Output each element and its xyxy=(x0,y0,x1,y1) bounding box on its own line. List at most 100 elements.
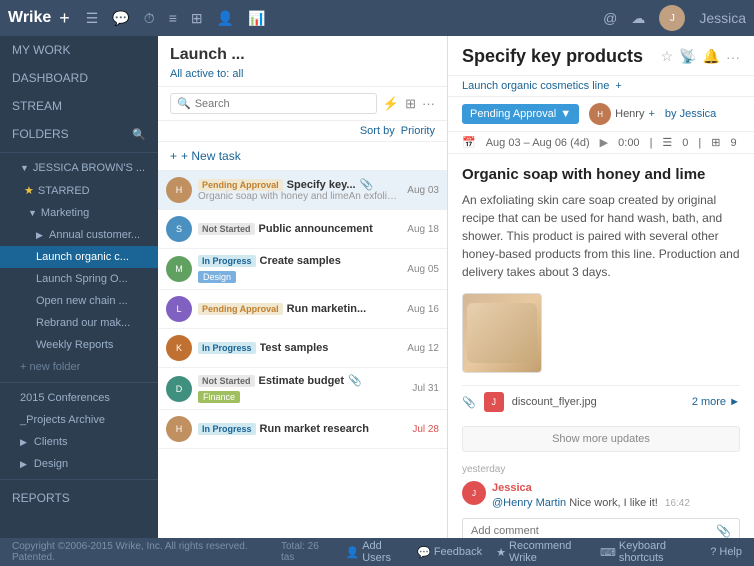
sidebar-annual-customer[interactable]: ▶ Annual customer... xyxy=(0,224,158,246)
add-users-link[interactable]: 👤 Add Users xyxy=(346,540,404,564)
star-button[interactable]: ☆ xyxy=(661,48,674,65)
status-filter[interactable]: All active xyxy=(170,68,214,80)
task-row[interactable]: M In Progress Create samples Design Aug … xyxy=(158,249,447,290)
sidebar-launch-organic[interactable]: Launch organic c... xyxy=(0,246,158,268)
sidebar-item-dashboard[interactable]: DASHBOARD xyxy=(0,64,158,92)
show-updates-button[interactable]: Show more updates xyxy=(462,426,740,452)
search-icon: 🔍 xyxy=(177,97,191,110)
detail-toolbar: Pending Approval ▼ H Henry + by Jessica xyxy=(448,97,754,132)
feedback-label: Feedback xyxy=(434,546,482,558)
sidebar-launch-spring[interactable]: Launch Spring O... xyxy=(0,268,158,290)
task-row[interactable]: S Not Started Public announcement Aug 18 xyxy=(158,210,447,249)
more-icon[interactable]: ··· xyxy=(422,96,435,111)
attach-to-comment-icon[interactable]: 📎 xyxy=(716,524,731,538)
avatar: M xyxy=(166,256,192,282)
sidebar-jessica-folder[interactable]: ▼ JESSICA BROWN'S ... xyxy=(0,157,158,179)
attachment-icon: 📎 xyxy=(360,178,374,191)
total-count: Total: 26 tas xyxy=(281,541,330,563)
sidebar-weekly-reports[interactable]: Weekly Reports xyxy=(0,334,158,356)
sidebar-item-reports[interactable]: REPORTS xyxy=(0,484,158,512)
help-link[interactable]: ? Help xyxy=(710,540,742,564)
more-options-icon[interactable]: ··· xyxy=(726,49,740,65)
calendar-icon: 📅 xyxy=(462,136,476,149)
sidebar-projects-archive[interactable]: _Projects Archive xyxy=(0,409,158,431)
bottom-bar-actions: 👤 Add Users 💬 Feedback ★ Recommend Wrike… xyxy=(346,540,742,564)
reports-icon[interactable]: 📊 xyxy=(248,10,265,27)
sidebar-item-stream[interactable]: STREAM xyxy=(0,92,158,120)
task-list: H Pending Approval Specify key... 📎 Orga… xyxy=(158,171,447,538)
add-assignee[interactable]: + xyxy=(648,108,654,120)
add-button[interactable]: + xyxy=(59,8,70,29)
task-row[interactable]: K In Progress Test samples Aug 12 xyxy=(158,329,447,368)
folders-search-icon[interactable]: 🔍 xyxy=(132,128,146,141)
sidebar-marketing[interactable]: ▼ Marketing xyxy=(0,202,158,224)
view-icon[interactable]: ⊞ xyxy=(405,96,416,112)
more-attachments[interactable]: 2 more ► xyxy=(692,396,740,408)
sort-bar: Sort by Priority xyxy=(158,121,447,142)
sidebar-starred[interactable]: ★ STARRED xyxy=(0,179,158,202)
task-row[interactable]: H In Progress Run market research Jul 28 xyxy=(158,410,447,449)
task-date: Jul 31 xyxy=(412,383,439,394)
play-icon[interactable]: ▶ xyxy=(600,136,608,149)
sidebar-rebrand[interactable]: Rebrand our mak... xyxy=(0,312,158,334)
task-info: Not Started Estimate budget 📎 Finance xyxy=(198,374,406,403)
task-row[interactable]: H Pending Approval Specify key... 📎 Orga… xyxy=(158,171,447,210)
comment-input[interactable] xyxy=(471,525,710,537)
contacts-icon[interactable]: 👤 xyxy=(217,10,234,27)
attachment-name[interactable]: discount_flyer.jpg xyxy=(512,396,597,408)
sidebar-conferences[interactable]: 2015 Conferences xyxy=(0,387,158,409)
recommend-link[interactable]: ★ Recommend Wrike xyxy=(496,540,586,564)
task-info: In Progress Run market research xyxy=(198,423,406,435)
rss-icon[interactable]: 📡 xyxy=(679,48,696,65)
list-icon[interactable]: ≡ xyxy=(169,10,177,27)
grid-icon[interactable]: ⊞ xyxy=(191,10,203,27)
search-input[interactable] xyxy=(195,98,370,110)
projects-archive-label: _Projects Archive xyxy=(20,414,105,426)
new-folder-btn[interactable]: + new folder xyxy=(0,356,158,378)
status-dropdown[interactable]: Pending Approval ▼ xyxy=(462,104,579,124)
task-top-line: Not Started Estimate budget 📎 xyxy=(198,374,406,387)
cloud-icon[interactable]: ☁ xyxy=(631,10,645,27)
menu-icon[interactable]: ☰ xyxy=(86,10,99,27)
task-info: Pending Approval Specify key... 📎 Organi… xyxy=(198,178,401,202)
new-task-label: + New task xyxy=(181,149,241,163)
sidebar-clients[interactable]: ▶ Clients xyxy=(0,431,158,453)
sidebar-divider2 xyxy=(0,382,158,383)
sidebar-design[interactable]: ▶ Design xyxy=(0,453,158,475)
messages-icon[interactable]: 💬 xyxy=(112,10,129,27)
sidebar-item-my-work[interactable]: MY WORK xyxy=(0,36,158,64)
comment-mention[interactable]: @Henry Martin xyxy=(492,497,566,509)
separator: | xyxy=(650,137,653,149)
filter-icon[interactable]: ⚡ xyxy=(383,96,399,112)
date-range[interactable]: Aug 03 – Aug 06 (4d) xyxy=(486,137,590,149)
task-row[interactable]: D Not Started Estimate budget 📎 Finance … xyxy=(158,368,447,410)
keyboard-link[interactable]: ⌨ Keyboard shortcuts xyxy=(600,540,696,564)
recent-icon[interactable]: ⏱ xyxy=(144,10,155,27)
mentions-icon[interactable]: @ xyxy=(603,10,617,26)
status-badge: In Progress xyxy=(198,342,256,354)
dashboard-label: DASHBOARD xyxy=(12,71,88,85)
to-label[interactable]: to: all xyxy=(217,68,243,80)
comment-time: 16:42 xyxy=(665,498,690,509)
star-icon: ★ xyxy=(24,184,34,197)
stream-label: STREAM xyxy=(12,99,62,113)
detail-task-title: Organic soap with honey and lime xyxy=(462,166,740,183)
new-task-button[interactable]: + + New task xyxy=(158,142,447,171)
separator2: | xyxy=(698,137,701,149)
sidebar-open-new-chain[interactable]: Open new chain ... xyxy=(0,290,158,312)
marketing-label: Marketing xyxy=(41,207,89,219)
add-to-project[interactable]: + xyxy=(615,80,621,92)
task-panel-header: Launch ... All active to: all xyxy=(158,36,447,87)
sidebar-item-folders[interactable]: FOLDERS 🔍 xyxy=(0,120,158,148)
username[interactable]: Jessica xyxy=(699,10,746,26)
notification-icon[interactable]: 🔔 xyxy=(703,48,720,65)
task-row[interactable]: L Pending Approval Run marketin... Aug 1… xyxy=(158,290,447,329)
pdf-icon: J xyxy=(484,392,504,412)
sort-field[interactable]: Priority xyxy=(401,125,435,137)
add-users-label: Add Users xyxy=(362,540,403,564)
user-avatar[interactable]: J xyxy=(659,5,685,31)
feedback-link[interactable]: 💬 Feedback xyxy=(417,540,482,564)
project-link[interactable]: Launch organic cosmetics line xyxy=(462,80,609,92)
comment-row: J Jessica @Henry Martin Nice work, I lik… xyxy=(462,481,740,512)
sidebar: MY WORK DASHBOARD STREAM FOLDERS 🔍 ▼ JES… xyxy=(0,36,158,538)
